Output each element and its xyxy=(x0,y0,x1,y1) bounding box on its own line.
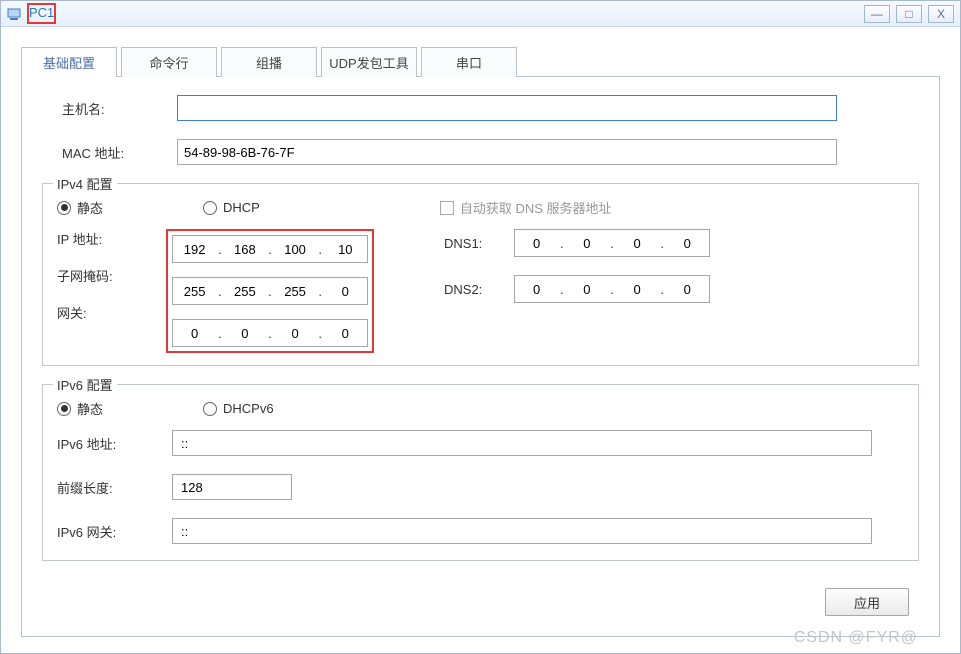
window-controls: — □ X xyxy=(864,5,954,23)
ip-row: IP 地址: xyxy=(57,229,172,248)
dns2-row: DNS2: . . . xyxy=(444,275,710,303)
ipv6-addr-label: IPv6 地址: xyxy=(57,434,172,453)
radio-dhcpv6-icon xyxy=(203,402,217,416)
hostname-label: 主机名: xyxy=(62,99,177,118)
gateway-input[interactable]: . . . xyxy=(172,319,368,347)
dns1-oct-2[interactable] xyxy=(567,236,607,251)
dns1-oct-4[interactable] xyxy=(667,236,707,251)
apply-button[interactable]: 应用 xyxy=(825,588,909,616)
radio-static-v4-icon xyxy=(57,201,71,215)
tab-cli[interactable]: 命令行 xyxy=(121,47,217,77)
mac-row: MAC 地址: xyxy=(62,139,919,165)
tab-udp[interactable]: UDP发包工具 xyxy=(321,47,417,77)
window-title-highlight: PC1 xyxy=(27,3,56,24)
mask-label: 子网掩码: xyxy=(57,266,172,285)
checkbox-auto-dns-icon xyxy=(440,201,454,215)
tab-multicast[interactable]: 组播 xyxy=(221,47,317,77)
prefix-row: 前缀长度: xyxy=(57,474,904,500)
ip-oct-2[interactable] xyxy=(225,242,265,257)
ipv6-gw-input[interactable] xyxy=(172,518,872,544)
radio-dhcp-v4[interactable]: DHCP xyxy=(203,200,260,215)
dns1-input[interactable]: . . . xyxy=(514,229,710,257)
dns2-label: DNS2: xyxy=(444,282,514,297)
titlebar-left: PC1 xyxy=(7,3,56,24)
dns2-input[interactable]: . . . xyxy=(514,275,710,303)
mac-label: MAC 地址: xyxy=(62,143,177,162)
mask-oct-1[interactable] xyxy=(175,284,215,299)
dns2-oct-1[interactable] xyxy=(517,282,557,297)
mask-oct-3[interactable] xyxy=(275,284,315,299)
gateway-row: 网关: xyxy=(57,303,172,322)
radio-static-v4-label: 静态 xyxy=(77,198,103,217)
hostname-row: 主机名: xyxy=(62,95,919,121)
radio-dhcp-v4-icon xyxy=(203,201,217,215)
dns1-oct-1[interactable] xyxy=(517,236,557,251)
mac-input[interactable] xyxy=(177,139,837,165)
ip-oct-3[interactable] xyxy=(275,242,315,257)
radio-static-v6[interactable]: 静态 xyxy=(57,399,103,418)
ip-label: IP 地址: xyxy=(57,229,172,248)
prefix-label: 前缀长度: xyxy=(57,478,172,497)
mask-input[interactable]: . . . xyxy=(172,277,368,305)
window-title: PC1 xyxy=(29,5,54,20)
panel-basic: 主机名: MAC 地址: IPv4 配置 静态 DHCP xyxy=(21,77,940,637)
ipv4-right: DNS1: . . . DNS2: . xyxy=(444,229,710,353)
ipv4-mode-row: 静态 DHCP 自动获取 DNS 服务器地址 xyxy=(57,198,904,217)
mask-row: 子网掩码: xyxy=(57,266,172,285)
dns2-oct-4[interactable] xyxy=(667,282,707,297)
ipv6-mode-row: 静态 DHCPv6 xyxy=(57,399,904,418)
pc-icon xyxy=(7,6,23,22)
radio-static-v4[interactable]: 静态 xyxy=(57,198,103,217)
ip-input[interactable]: . . . xyxy=(172,235,368,263)
ip-oct-4[interactable] xyxy=(325,242,365,257)
ipv6-fieldset: IPv6 配置 静态 DHCPv6 IPv6 地址: xyxy=(42,384,919,561)
dns2-oct-2[interactable] xyxy=(567,282,607,297)
ip-highlight-box: . . . . . . xyxy=(166,229,374,353)
ipv6-legend: IPv6 配置 xyxy=(53,375,117,394)
maximize-button[interactable]: □ xyxy=(896,5,922,23)
dns1-row: DNS1: . . . xyxy=(444,229,710,257)
radio-static-v6-icon xyxy=(57,402,71,416)
gw-oct-4[interactable] xyxy=(325,326,365,341)
ipv4-left: IP 地址: 子网掩码: 网关: xyxy=(57,229,172,353)
mask-oct-4[interactable] xyxy=(325,284,365,299)
minimize-button[interactable]: — xyxy=(864,5,890,23)
dns1-oct-3[interactable] xyxy=(617,236,657,251)
ipv6-addr-input[interactable] xyxy=(172,430,872,456)
ipv6-gw-label: IPv6 网关: xyxy=(57,522,172,541)
dns2-oct-3[interactable] xyxy=(617,282,657,297)
tabs-container: 基础配置 命令行 组播 UDP发包工具 串口 主机名: MAC 地址: IPv4… xyxy=(1,27,960,637)
ipv4-legend: IPv4 配置 xyxy=(53,174,117,193)
footer: 应用 xyxy=(825,588,909,616)
titlebar: PC1 — □ X xyxy=(1,1,960,27)
tab-serial[interactable]: 串口 xyxy=(421,47,517,77)
ipv4-fieldset: IPv4 配置 静态 DHCP 自动获取 DNS 服务器地址 xyxy=(42,183,919,366)
gw-oct-2[interactable] xyxy=(225,326,265,341)
radio-dhcpv6[interactable]: DHCPv6 xyxy=(203,401,274,416)
ipv6-gw-row: IPv6 网关: xyxy=(57,518,904,544)
dns1-label: DNS1: xyxy=(444,236,514,251)
tab-basic[interactable]: 基础配置 xyxy=(21,47,117,77)
mask-oct-2[interactable] xyxy=(225,284,265,299)
gateway-label: 网关: xyxy=(57,303,172,322)
tabs: 基础配置 命令行 组播 UDP发包工具 串口 xyxy=(21,47,940,77)
gw-oct-3[interactable] xyxy=(275,326,315,341)
window: PC1 — □ X 基础配置 命令行 组播 UDP发包工具 串口 主机名: MA… xyxy=(0,0,961,654)
close-button[interactable]: X xyxy=(928,5,954,23)
prefix-input[interactable] xyxy=(172,474,292,500)
ip-oct-1[interactable] xyxy=(175,242,215,257)
radio-static-v6-label: 静态 xyxy=(77,399,103,418)
checkbox-auto-dns-label: 自动获取 DNS 服务器地址 xyxy=(460,198,612,217)
gw-oct-1[interactable] xyxy=(175,326,215,341)
radio-dhcpv6-label: DHCPv6 xyxy=(223,401,274,416)
hostname-input[interactable] xyxy=(177,95,837,121)
ipv6-addr-row: IPv6 地址: xyxy=(57,430,904,456)
radio-dhcp-v4-label: DHCP xyxy=(223,200,260,215)
checkbox-auto-dns[interactable]: 自动获取 DNS 服务器地址 xyxy=(440,198,612,217)
